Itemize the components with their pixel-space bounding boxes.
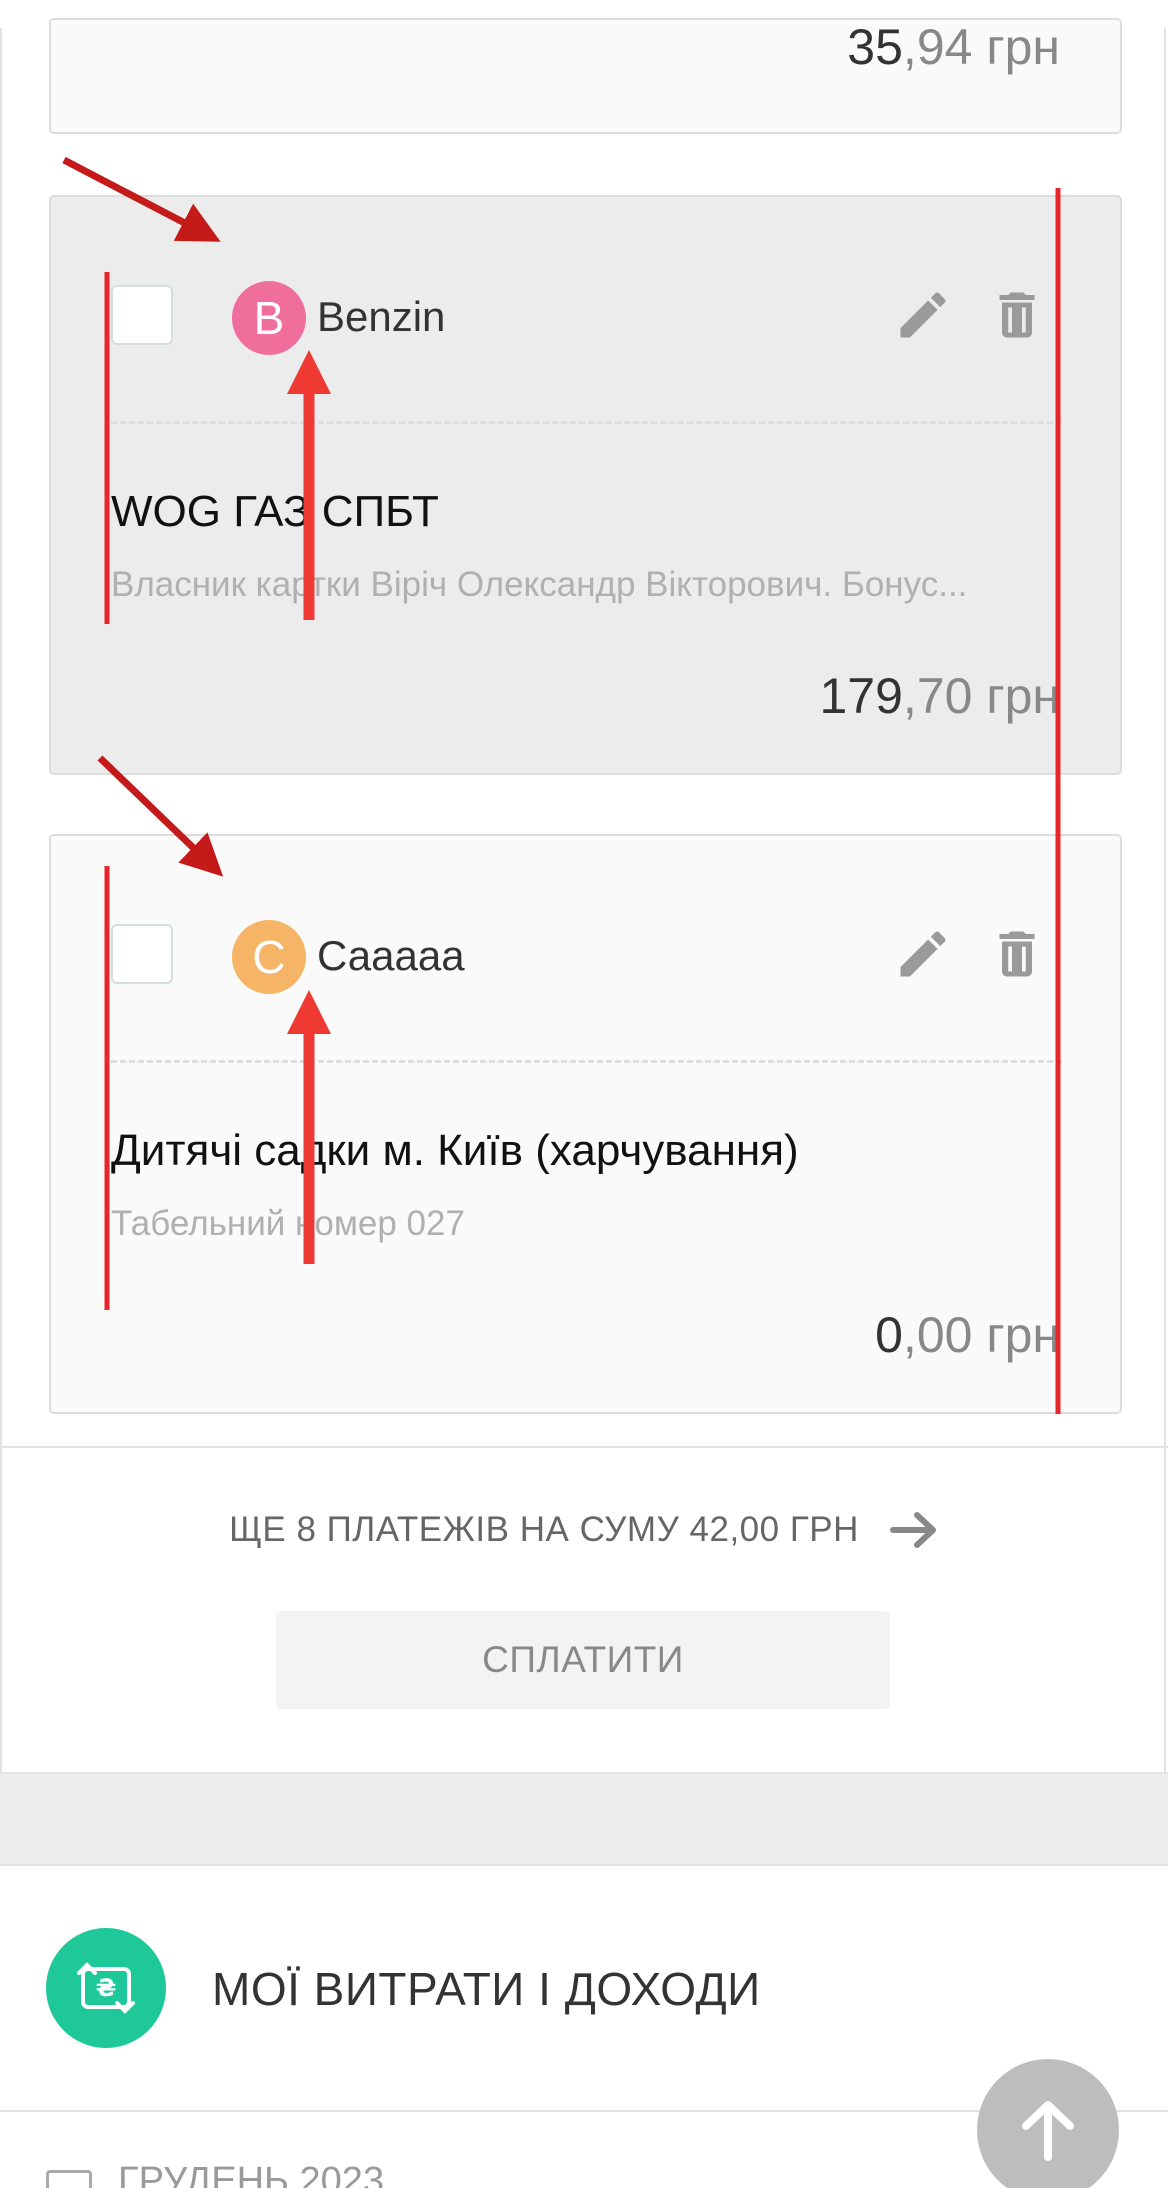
amount-currency: грн [972,1307,1060,1363]
payment-title: Дитячі садки м. Київ (харчування) [111,1126,799,1175]
payment-amount: 0,00 грн [875,1306,1060,1364]
payee-name: Benzin [317,293,446,340]
amount-currency: грн [972,19,1060,75]
arrow-right-icon [889,1512,936,1548]
trash-icon [999,931,1035,977]
delete-button[interactable] [985,922,1049,986]
svg-text:₴: ₴ [96,1974,117,2002]
payment-subtitle: Табельний номер 027 [111,1204,465,1243]
avatar: B [232,281,306,355]
amount-decimal: ,00 [902,1307,973,1363]
amount-integer: 179 [819,668,903,724]
payment-title: WOG ГАЗ СПБТ [111,487,439,536]
amount-integer: 35 [847,19,903,75]
pencil-icon [900,931,946,977]
month-header: ГРУДЕНЬ 2023 [118,2160,385,2188]
payment-card[interactable]: B Benzin WOG ГАЗ СПБТ Власник картки Вір… [49,195,1122,775]
currency-exchange-icon: ₴ [46,1928,166,2048]
payment-checkbox[interactable] [111,285,173,345]
card-divider [111,421,1062,424]
avatar: С [232,920,306,994]
more-payments-label: ЩЕ 8 ПЛАТЕЖІВ НА СУМУ 42,00 ГРН [229,1510,859,1549]
payment-subtitle: Власник картки Віріч Олександр Вікторови… [111,565,968,604]
trash-icon [999,292,1035,338]
amount-currency: грн [972,668,1060,724]
expenses-label: МОЇ ВИТРАТИ І ДОХОДИ [212,1963,761,2015]
payment-card[interactable]: С Саaaaa Дитячі садки м. Київ (харчуванн… [49,834,1122,1414]
delete-button[interactable] [985,283,1049,347]
edit-button[interactable] [891,922,955,986]
amount-decimal: ,94 [902,19,973,75]
edit-button[interactable] [891,283,955,347]
more-payments-link[interactable]: ЩЕ 8 ПЛАТЕЖІВ НА СУМУ 42,00 ГРН [0,1500,1168,1560]
amount-decimal: ,70 [902,668,973,724]
arrow-up-icon [1022,2101,1074,2161]
payee-name: Саaaaa [317,932,465,979]
amount-integer: 0 [875,1307,903,1363]
payment-amount: 35,94 грн [847,18,1060,76]
section-spacer [0,1772,1168,1866]
card-divider [111,1060,1062,1063]
section-divider [0,1446,1168,1448]
payment-amount: 179,70 грн [819,667,1060,725]
expenses-income-link[interactable]: ₴ МОЇ ВИТРАТИ І ДОХОДИ [0,1866,1168,2112]
pay-button[interactable]: СПЛАТИТИ [276,1611,890,1709]
payment-card-previous[interactable]: 35,94 грн [49,18,1122,134]
pencil-icon [900,292,946,338]
calendar-icon [46,2170,92,2188]
payment-checkbox[interactable] [111,924,173,984]
scroll-to-top-button[interactable] [977,2059,1119,2188]
